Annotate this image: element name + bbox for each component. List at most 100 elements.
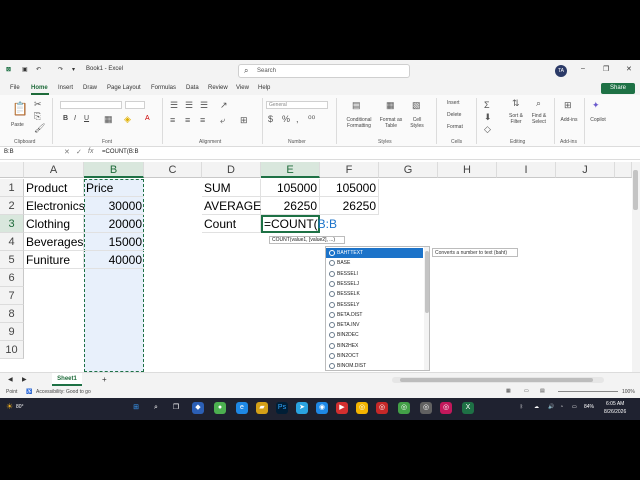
font-name-combo[interactable] bbox=[60, 101, 122, 109]
undo-icon[interactable]: ↶ bbox=[36, 66, 41, 73]
format-painter-icon[interactable]: 🖌 bbox=[34, 123, 45, 134]
formula-input[interactable]: =COUNT(B:B bbox=[102, 149, 139, 155]
cancel-icon[interactable]: ✕ bbox=[64, 148, 70, 156]
row-header-7[interactable]: 7 bbox=[0, 287, 24, 305]
find-select-icon[interactable]: ⌕ bbox=[536, 98, 541, 109]
tab-file[interactable]: File bbox=[10, 85, 20, 91]
conditional-formatting-label[interactable]: Conditional Formatting bbox=[340, 117, 378, 129]
cell-a3[interactable]: Clothing bbox=[24, 215, 84, 233]
maximize-button[interactable]: ❐ bbox=[603, 65, 609, 73]
align-middle-icon[interactable]: ☰ bbox=[185, 100, 193, 111]
column-header-e[interactable]: E bbox=[261, 162, 320, 178]
comma-style-icon[interactable]: , bbox=[296, 114, 299, 124]
format-as-table-label[interactable]: Format as Table bbox=[376, 117, 406, 129]
autocomplete-dropdown[interactable]: BAHTTEXT BASE BESSELI BESSELJ BESSELK BE… bbox=[325, 246, 430, 371]
autocomplete-item[interactable]: BESSELI bbox=[326, 269, 423, 279]
cell-styles-label[interactable]: Cell Styles bbox=[406, 117, 428, 129]
cell-e2[interactable]: 26250 bbox=[261, 197, 320, 215]
row-header-4[interactable]: 4 bbox=[0, 233, 24, 251]
sheet-tab-sheet1[interactable]: Sheet1 bbox=[52, 373, 82, 386]
conditional-formatting-icon[interactable]: ▤ bbox=[352, 100, 361, 111]
tab-data[interactable]: Data bbox=[186, 85, 199, 91]
tab-draw[interactable]: Draw bbox=[83, 85, 97, 91]
search-box[interactable]: ⌕ Search bbox=[238, 64, 410, 78]
chrome-icon[interactable]: ◎ bbox=[356, 402, 368, 414]
vertical-scroll-thumb[interactable] bbox=[633, 170, 638, 210]
tab-formulas[interactable]: Formulas bbox=[151, 85, 176, 91]
autocomplete-item[interactable]: BIN2HEX bbox=[326, 341, 423, 351]
cell-b1[interactable]: Price bbox=[84, 179, 144, 197]
cell-a2[interactable]: Electronics bbox=[24, 197, 85, 215]
name-box[interactable]: B:B bbox=[4, 149, 54, 155]
app-icon[interactable]: ● bbox=[214, 402, 226, 414]
redo-icon[interactable]: ↷ bbox=[58, 66, 63, 73]
add-ins-icon[interactable]: ⊞ bbox=[564, 100, 572, 111]
customize-qat-icon[interactable]: ▾ bbox=[72, 66, 75, 73]
cell-f2[interactable]: 26250 bbox=[320, 197, 379, 215]
cell-d1[interactable]: SUM bbox=[202, 179, 261, 197]
sort-filter-icon[interactable]: ⇅ bbox=[512, 98, 520, 109]
autocomplete-item[interactable]: BETA.INV bbox=[326, 320, 423, 330]
cell-a5[interactable]: Funiture bbox=[24, 251, 84, 269]
volume-icon[interactable]: 🔊 bbox=[548, 404, 554, 410]
row-header-10[interactable]: 10 bbox=[0, 341, 24, 359]
tab-help[interactable]: Help bbox=[258, 85, 270, 91]
insert-cells-button[interactable]: Insert bbox=[447, 100, 460, 106]
clock-time[interactable]: 6:05 AM bbox=[606, 401, 624, 407]
chrome-icon[interactable]: ◎ bbox=[398, 402, 410, 414]
column-header-h[interactable]: H bbox=[438, 162, 497, 178]
column-header-i[interactable]: I bbox=[497, 162, 556, 178]
cell-e1[interactable]: 105000 bbox=[261, 179, 320, 197]
autocomplete-item[interactable]: BETA.DIST bbox=[326, 310, 423, 320]
cell-a4[interactable]: Beverages bbox=[24, 233, 84, 251]
edge-icon[interactable]: e bbox=[236, 402, 248, 414]
start-icon[interactable]: ⊞ bbox=[130, 402, 142, 414]
percent-icon[interactable]: % bbox=[282, 114, 290, 124]
search-icon[interactable]: ⌕ bbox=[150, 402, 162, 414]
accessibility-status[interactable]: Accessibility: Good to go bbox=[36, 389, 91, 395]
column-header-j[interactable]: J bbox=[556, 162, 615, 178]
column-header-k[interactable] bbox=[615, 162, 632, 178]
onedrive-icon[interactable]: ☁ bbox=[534, 404, 539, 410]
borders-icon[interactable]: ▦ bbox=[104, 114, 113, 125]
italic-icon[interactable]: I bbox=[74, 115, 76, 122]
column-header-a[interactable]: A bbox=[24, 162, 84, 178]
autocomplete-item[interactable]: BASE bbox=[326, 258, 423, 268]
minimize-button[interactable]: – bbox=[581, 65, 585, 72]
cell-styles-icon[interactable]: ▧ bbox=[412, 100, 421, 111]
column-header-b[interactable]: B bbox=[84, 162, 144, 178]
cell-f1[interactable]: 105000 bbox=[320, 179, 379, 197]
bluetooth-icon[interactable]: ᛒ bbox=[520, 404, 523, 410]
align-right-icon[interactable]: ≡ bbox=[200, 115, 205, 125]
decimal-icon[interactable]: ⁰⁰ bbox=[308, 114, 315, 125]
add-ins-label[interactable]: Add-ins bbox=[558, 117, 580, 123]
column-header-c[interactable]: C bbox=[144, 162, 202, 178]
format-as-table-icon[interactable]: ▦ bbox=[386, 100, 395, 111]
enter-icon[interactable]: ✓ bbox=[76, 148, 82, 156]
find-select-label[interactable]: Find & Select bbox=[528, 113, 550, 125]
avatar[interactable]: TA bbox=[555, 65, 567, 77]
battery-icon[interactable]: ▭ bbox=[572, 404, 577, 410]
row-header-2[interactable]: 2 bbox=[0, 197, 24, 215]
close-button[interactable]: ✕ bbox=[626, 65, 632, 73]
clear-icon[interactable]: ◇ bbox=[484, 124, 491, 135]
cell-d3[interactable]: Count bbox=[202, 215, 261, 233]
align-top-icon[interactable]: ☰ bbox=[170, 100, 178, 111]
file-explorer-icon[interactable]: ▰ bbox=[256, 402, 268, 414]
column-header-g[interactable]: G bbox=[379, 162, 438, 178]
font-size-combo[interactable] bbox=[125, 101, 145, 109]
fill-color-icon[interactable]: ◈ bbox=[124, 114, 131, 125]
tab-insert[interactable]: Insert bbox=[58, 85, 73, 91]
delete-cells-button[interactable]: Delete bbox=[447, 112, 461, 118]
align-center-icon[interactable]: ≡ bbox=[185, 115, 190, 125]
copilot-label[interactable]: Copilot bbox=[588, 117, 608, 123]
column-header-d[interactable]: D bbox=[202, 162, 261, 178]
next-sheet-icon[interactable]: ▶ bbox=[22, 376, 27, 383]
autocomplete-item[interactable]: BIN2DEC bbox=[326, 330, 423, 340]
add-sheet-button[interactable]: + bbox=[102, 375, 107, 384]
currency-icon[interactable]: $ bbox=[268, 114, 273, 124]
horizontal-scroll-thumb[interactable] bbox=[400, 378, 593, 382]
page-layout-view-icon[interactable]: ▭ bbox=[524, 388, 529, 394]
autocomplete-item[interactable]: BESSELJ bbox=[326, 279, 423, 289]
font-color-icon[interactable]: A bbox=[145, 115, 150, 122]
